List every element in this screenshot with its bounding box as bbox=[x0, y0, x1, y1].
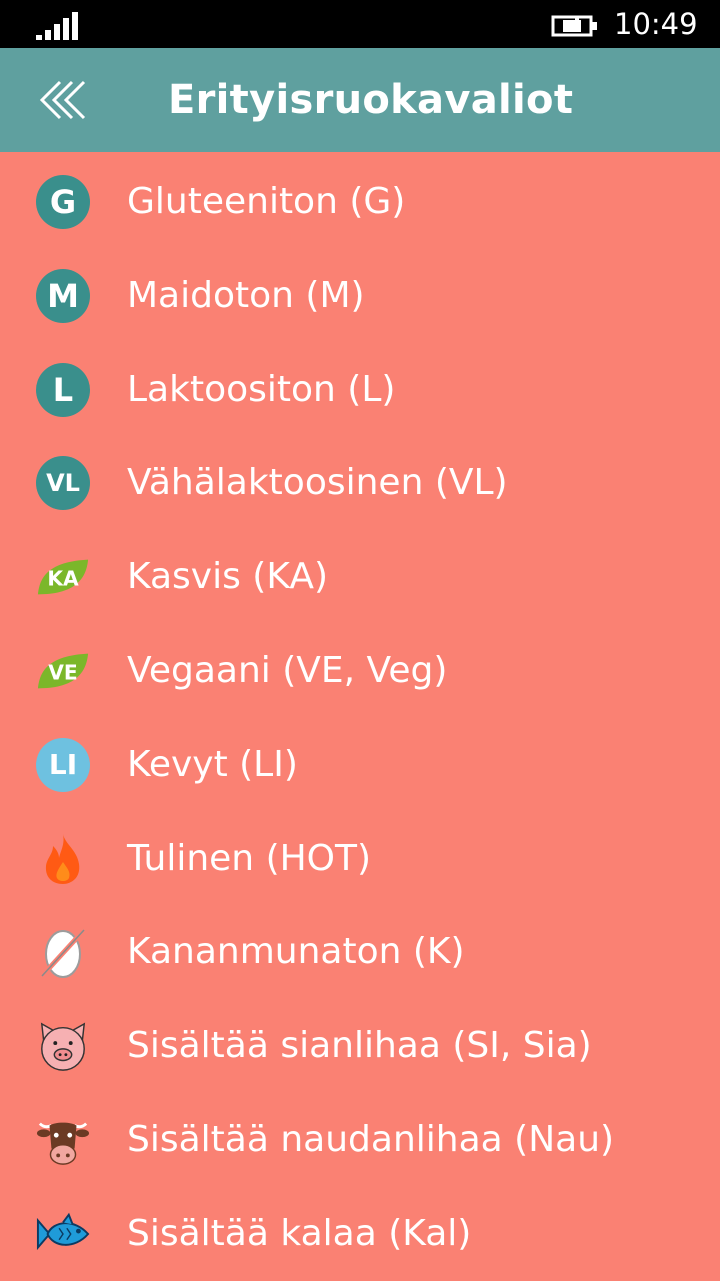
list-item[interactable]: LI Kevyt (LI) bbox=[0, 718, 720, 812]
battery-charging-icon bbox=[551, 15, 597, 37]
list-item[interactable]: Kananmunaton (K) bbox=[0, 905, 720, 999]
list-item[interactable]: VE Vegaani (VE, Veg) bbox=[0, 624, 720, 718]
item-label: Maidoton (M) bbox=[127, 274, 365, 316]
list-item[interactable]: M Maidoton (M) bbox=[0, 249, 720, 343]
status-bar: 10:49 bbox=[0, 0, 720, 48]
svg-text:KA: KA bbox=[47, 567, 79, 591]
item-label: Kasvis (KA) bbox=[127, 556, 328, 598]
item-label: Kananmunaton (K) bbox=[127, 931, 465, 973]
lactose-free-icon: L bbox=[36, 362, 90, 417]
list-item[interactable]: Sisältää sianlihaa (SI, Sia) bbox=[0, 999, 720, 1093]
item-label: Kevyt (LI) bbox=[127, 743, 298, 785]
list-item[interactable]: Sisältää naudanlihaa (Nau) bbox=[0, 1093, 720, 1187]
item-label: Laktoositon (L) bbox=[127, 368, 396, 410]
list-item[interactable]: Sisältää kalaa (Kal) bbox=[0, 1187, 720, 1281]
vegetarian-leaf-icon: KA bbox=[36, 550, 90, 604]
page-title: Erityisruokavaliot bbox=[168, 77, 574, 123]
light-icon: LI bbox=[36, 737, 90, 792]
gluten-free-icon: G bbox=[36, 175, 90, 229]
back-chevrons-icon bbox=[39, 80, 86, 120]
item-label: Sisältää kalaa (Kal) bbox=[127, 1212, 472, 1254]
list-item[interactable]: VL Vähälaktoosinen (VL) bbox=[0, 436, 720, 530]
flame-icon bbox=[36, 832, 90, 886]
item-label: Gluteeniton (G) bbox=[127, 181, 406, 222]
no-egg-icon bbox=[36, 925, 90, 979]
item-label: Tulinen (HOT) bbox=[127, 837, 372, 879]
item-label: Vegaani (VE, Veg) bbox=[127, 649, 448, 691]
app-header: Erityisruokavaliot bbox=[0, 48, 720, 152]
fish-icon bbox=[36, 1207, 90, 1261]
dairy-free-icon: M bbox=[36, 268, 90, 323]
list-item[interactable]: Tulinen (HOT) bbox=[0, 812, 720, 906]
vegan-leaf-icon: VE bbox=[36, 644, 90, 698]
item-label: Sisältää naudanlihaa (Nau) bbox=[127, 1118, 615, 1160]
item-label: Sisältää sianlihaa (SI, Sia) bbox=[127, 1025, 592, 1067]
item-label: Vähälaktoosinen (VL) bbox=[127, 462, 508, 504]
list-item[interactable]: G Gluteeniton (G) bbox=[0, 155, 720, 249]
clock: 10:49 bbox=[614, 7, 698, 41]
list-item[interactable]: KA Kasvis (KA) bbox=[0, 530, 720, 624]
back-button[interactable] bbox=[34, 74, 94, 126]
signal-icon bbox=[36, 12, 78, 40]
pig-icon bbox=[36, 1019, 90, 1073]
low-lactose-icon: VL bbox=[36, 456, 90, 511]
cow-icon bbox=[36, 1113, 90, 1167]
svg-text:VE: VE bbox=[48, 661, 78, 685]
list-item[interactable]: L Laktoositon (L) bbox=[0, 343, 720, 437]
diet-list: G Gluteeniton (G) M Maidoton (M) L Lakto… bbox=[0, 155, 720, 1281]
